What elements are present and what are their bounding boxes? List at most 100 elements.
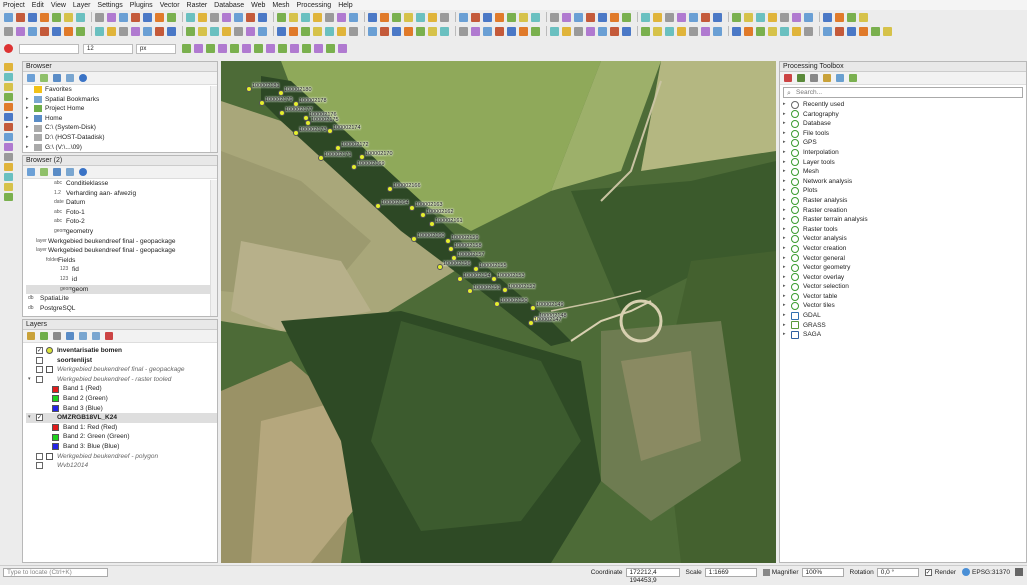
- font-family-combo[interactable]: [19, 43, 79, 54]
- label-tool-icon[interactable]: [302, 44, 311, 53]
- toolbar-tool-icon[interactable]: [586, 26, 595, 36]
- refresh-icon[interactable]: [27, 74, 35, 82]
- toolbar-tool-icon[interactable]: [804, 26, 813, 36]
- toolbar-tool-icon[interactable]: [792, 26, 801, 36]
- expand-arrow-icon[interactable]: ▸: [783, 206, 791, 216]
- processing-provider-item[interactable]: ▸ Network analysis: [783, 177, 1026, 187]
- toolbar-tool-icon[interactable]: [258, 26, 267, 36]
- toolbar-tool-icon[interactable]: [392, 12, 401, 22]
- toolbar-tool-icon[interactable]: [519, 12, 528, 22]
- locator-input[interactable]: Type to locate (Ctrl+K): [3, 567, 108, 577]
- toolbar-tool-icon[interactable]: [653, 12, 662, 22]
- magnifier-field[interactable]: 100%: [801, 567, 844, 577]
- toolbar-tool-icon[interactable]: [210, 26, 219, 36]
- toolbar-tool-icon[interactable]: [495, 12, 504, 22]
- toolbar-tool-icon[interactable]: [847, 26, 856, 36]
- label-tool-icon[interactable]: [338, 44, 347, 53]
- data-source-icon[interactable]: [4, 103, 13, 111]
- expand-arrow-icon[interactable]: ▸: [783, 186, 791, 196]
- toolbar-tool-icon[interactable]: [586, 12, 595, 22]
- browser-item[interactable]: ▸ Home: [26, 114, 217, 124]
- browser2-item[interactable]: geom geometry: [26, 227, 217, 237]
- processing-provider-item[interactable]: ▸ Vector general: [783, 254, 1026, 264]
- label-tool-icon[interactable]: [266, 44, 275, 53]
- toolbar-tool-icon[interactable]: [459, 12, 468, 22]
- layer-item[interactable]: ▾ ✓ OMZRGB18VL_K24: [26, 413, 217, 423]
- expand-arrow-icon[interactable]: ▸: [783, 196, 791, 206]
- toolbar-tool-icon[interactable]: [677, 26, 686, 36]
- expand-arrow-icon[interactable]: ▸: [783, 263, 791, 273]
- toolbar-tool-icon[interactable]: [823, 12, 832, 22]
- browser-item[interactable]: ▸ Spatial Bookmarks: [26, 95, 217, 105]
- expand-arrow-icon[interactable]: ▸: [26, 114, 34, 124]
- toolbar-tool-icon[interactable]: [562, 12, 571, 22]
- browser2-item[interactable]: 123 fid: [26, 265, 217, 275]
- layer-item[interactable]: Band 1 (Red): [26, 384, 217, 394]
- label-tool-icon[interactable]: [218, 44, 227, 53]
- browser2-item[interactable]: abc Conditieklasse: [26, 179, 217, 189]
- toolbar-tool-icon[interactable]: [756, 12, 765, 22]
- font-size-field[interactable]: 12: [83, 43, 133, 54]
- filter-legend-icon[interactable]: [66, 332, 74, 340]
- label-tool-icon[interactable]: [206, 44, 215, 53]
- processing-provider-item[interactable]: ▸ Cartography: [783, 110, 1026, 120]
- label-tool-icon[interactable]: [314, 44, 323, 53]
- expand-arrow-icon[interactable]: ▸: [783, 234, 791, 244]
- toolbar-tool-icon[interactable]: [198, 26, 207, 36]
- expand-arrow-icon[interactable]: ▸: [26, 133, 34, 143]
- data-source-icon[interactable]: [4, 193, 13, 201]
- toolbar-tool-icon[interactable]: [471, 26, 480, 36]
- toolbar-tool-icon[interactable]: [574, 12, 583, 22]
- toolbar-tool-icon[interactable]: [768, 26, 777, 36]
- data-source-icon[interactable]: [4, 123, 13, 131]
- menu-web[interactable]: Web: [251, 2, 265, 9]
- toolbar-tool-icon[interactable]: [64, 12, 73, 22]
- toolbar-tool-icon[interactable]: [246, 26, 255, 36]
- toolbar-tool-icon[interactable]: [143, 12, 152, 22]
- expand-arrow-icon[interactable]: ▸: [783, 301, 791, 311]
- history-icon[interactable]: [810, 74, 818, 82]
- expand-arrow-icon[interactable]: ▸: [783, 119, 791, 129]
- layer-visibility-checkbox[interactable]: ✓: [36, 414, 43, 422]
- browser2-item[interactable]: layer Werkgebied beukendreef final - geop…: [26, 246, 217, 256]
- expand-arrow-icon[interactable]: ▸: [783, 148, 791, 158]
- toolbar-tool-icon[interactable]: [483, 12, 492, 22]
- toolbar-tool-icon[interactable]: [313, 12, 322, 22]
- data-source-icon[interactable]: [4, 83, 13, 91]
- processing-provider-item[interactable]: ▸ GRASS: [783, 321, 1026, 331]
- processing-provider-item[interactable]: ▸ Plots: [783, 186, 1026, 196]
- add-layers-icon[interactable]: [40, 74, 48, 82]
- toolbar-tool-icon[interactable]: [713, 12, 722, 22]
- add-layers-icon[interactable]: [40, 168, 48, 176]
- toolbar-tool-icon[interactable]: [792, 12, 801, 22]
- menu-view[interactable]: View: [51, 2, 66, 9]
- label-tool-icon[interactable]: [194, 44, 203, 53]
- batch-icon[interactable]: [836, 74, 844, 82]
- expand-arrow-icon[interactable]: ▸: [783, 110, 791, 120]
- data-source-icon[interactable]: [4, 173, 13, 181]
- scale-field[interactable]: 1:1669: [704, 567, 757, 577]
- toolbar-tool-icon[interactable]: [531, 12, 540, 22]
- layer-visibility-checkbox[interactable]: [36, 462, 43, 470]
- browser-scrollbar[interactable]: [210, 86, 217, 152]
- toolbar-tool-icon[interactable]: [16, 26, 25, 36]
- toolbar-tool-icon[interactable]: [28, 26, 37, 36]
- expand-arrow-icon[interactable]: ▸: [783, 292, 791, 302]
- toolbar-tool-icon[interactable]: [471, 12, 480, 22]
- toolbar-tool-icon[interactable]: [883, 26, 892, 36]
- browser2-item[interactable]: 123 id: [26, 275, 217, 285]
- filter-icon[interactable]: [53, 74, 61, 82]
- toolbar-tool-icon[interactable]: [641, 26, 650, 36]
- add-group-icon[interactable]: [40, 332, 48, 340]
- toolbar-tool-icon[interactable]: [76, 12, 85, 22]
- browser-item[interactable]: ▸ C:\ (System-Disk): [26, 123, 217, 133]
- label-tool-icon[interactable]: [254, 44, 263, 53]
- toolbar-tool-icon[interactable]: [610, 26, 619, 36]
- filter-icon[interactable]: [53, 168, 61, 176]
- rotation-field[interactable]: 0,0 °: [876, 567, 919, 577]
- label-tool-icon[interactable]: [326, 44, 335, 53]
- toolbar-tool-icon[interactable]: [744, 26, 753, 36]
- toolbar-tool-icon[interactable]: [428, 26, 437, 36]
- processing-search-input[interactable]: ⌕ Search...: [783, 87, 1023, 98]
- browser2-item[interactable]: db SpatiaLite: [26, 294, 217, 304]
